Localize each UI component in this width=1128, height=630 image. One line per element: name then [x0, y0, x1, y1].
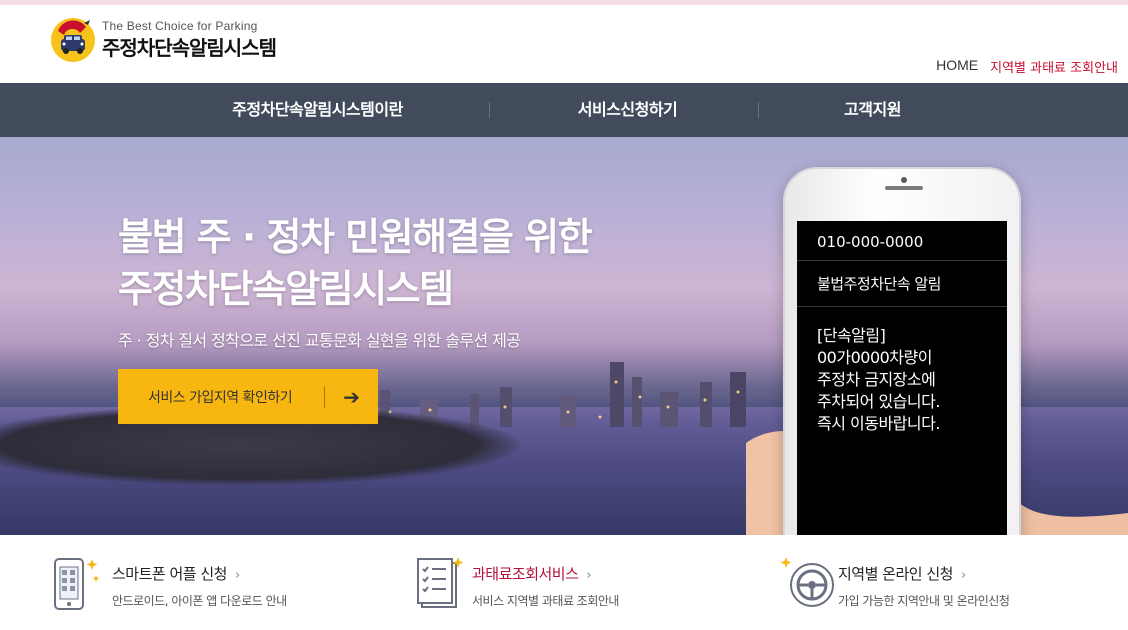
- message-title: 불법주정차단속 알림: [797, 261, 1007, 307]
- site-logo[interactable]: The Best Choice for Parking 주정차단속알림시스템: [50, 17, 277, 63]
- hero-title: 불법 주 · 정차 민원해결을 위한 주정차단속알림시스템: [118, 211, 593, 315]
- chevron-right-icon: ›: [586, 568, 592, 583]
- document-checklist-icon: [412, 555, 464, 611]
- service-links: 스마트폰 어플 신청 › 안드로이드, 아이폰 앱 다운로드 안내 과태료조회서비…: [0, 535, 1128, 630]
- chevron-right-icon: ›: [234, 568, 240, 583]
- hero-subtitle: 주 · 정차 질서 정착으로 선진 교통문화 실현을 위한 솔루션 제공: [118, 331, 521, 350]
- message-body: [단속알림] 00가0000차량이 주정차 금지장소에 주차되어 있습니다. 즉…: [797, 307, 1007, 435]
- logo-tagline: The Best Choice for Parking: [102, 19, 258, 33]
- service-fine-lookup[interactable]: 과태료조회서비스 › 서비스 지역별 과태료 조회안내: [412, 555, 619, 611]
- arrow-right-icon: ➔: [343, 384, 360, 409]
- main-nav: 주정차단속알림시스템이란 서비스신청하기 고객지원: [0, 83, 1128, 137]
- message-line: 주정차 금지장소에: [817, 370, 936, 389]
- hero-banner: 불법 주 · 정차 민원해결을 위한 주정차단속알림시스템 주 · 정차 질서 …: [0, 137, 1128, 535]
- camera-icon: [901, 177, 907, 183]
- service-title: 과태료조회서비스 ›: [472, 563, 619, 584]
- nav-divider: [489, 102, 490, 118]
- service-title-text: 지역별 온라인 신청: [838, 565, 953, 583]
- site-header: The Best Choice for Parking 주정차단속알림시스템 H…: [0, 5, 1128, 83]
- chevron-right-icon: ›: [960, 568, 966, 583]
- service-regional-online[interactable]: 지역별 온라인 신청 › 가입 가능한 지역안내 및 온라인신청: [778, 555, 1010, 611]
- logo-name: 주정차단속알림시스템: [102, 36, 277, 60]
- home-link[interactable]: HOME: [936, 57, 978, 76]
- car-logo-icon: [50, 17, 96, 63]
- service-desc: 안드로이드, 아이폰 앱 다운로드 안내: [112, 594, 287, 608]
- service-title: 스마트폰 어플 신청 ›: [112, 563, 287, 584]
- nav-item-apply[interactable]: 서비스신청하기: [545, 83, 710, 137]
- steering-wheel-icon: [778, 555, 834, 611]
- service-smartphone-app[interactable]: 스마트폰 어플 신청 › 안드로이드, 아이폰 앱 다운로드 안내: [52, 555, 287, 611]
- smartphone-mockup: 010-000-0000 불법주정차단속 알림 [단속알림] 00가0000차량…: [783, 167, 1021, 535]
- service-title: 지역별 온라인 신청 ›: [838, 563, 1009, 584]
- message-line: 00가0000차량이: [817, 348, 932, 367]
- smartphone-app-icon: [52, 555, 104, 611]
- speaker-icon: [885, 186, 923, 190]
- service-title-text: 스마트폰 어플 신청: [112, 565, 227, 583]
- nav-divider: [758, 102, 759, 118]
- service-desc: 가입 가능한 지역안내 및 온라인신청: [838, 594, 1010, 608]
- sender-number: 010-000-0000: [797, 221, 1007, 261]
- utility-links: HOME 지역별 과태료 조회안내: [936, 57, 1118, 76]
- service-desc: 서비스 지역별 과태료 조회안내: [472, 594, 619, 608]
- nav-item-support[interactable]: 고객지원: [815, 83, 930, 137]
- hero-title-line1: 불법 주 · 정차 민원해결을 위한: [118, 215, 593, 259]
- message-line: 주차되어 있습니다.: [817, 392, 940, 411]
- region-fee-link[interactable]: 지역별 과태료 조회안내: [990, 57, 1118, 76]
- check-service-area-button[interactable]: 서비스 가입지역 확인하기 ➔: [118, 369, 378, 424]
- cta-label: 서비스 가입지역 확인하기: [148, 389, 293, 406]
- service-title-text: 과태료조회서비스: [472, 565, 579, 583]
- phone-screen: 010-000-0000 불법주정차단속 알림 [단속알림] 00가0000차량…: [797, 221, 1007, 535]
- message-line: 즉시 이동바랍니다.: [817, 414, 940, 433]
- message-line: [단속알림]: [817, 326, 886, 345]
- nav-item-about[interactable]: 주정차단속알림시스템이란: [205, 83, 430, 137]
- hero-title-line2: 주정차단속알림시스템: [118, 267, 454, 311]
